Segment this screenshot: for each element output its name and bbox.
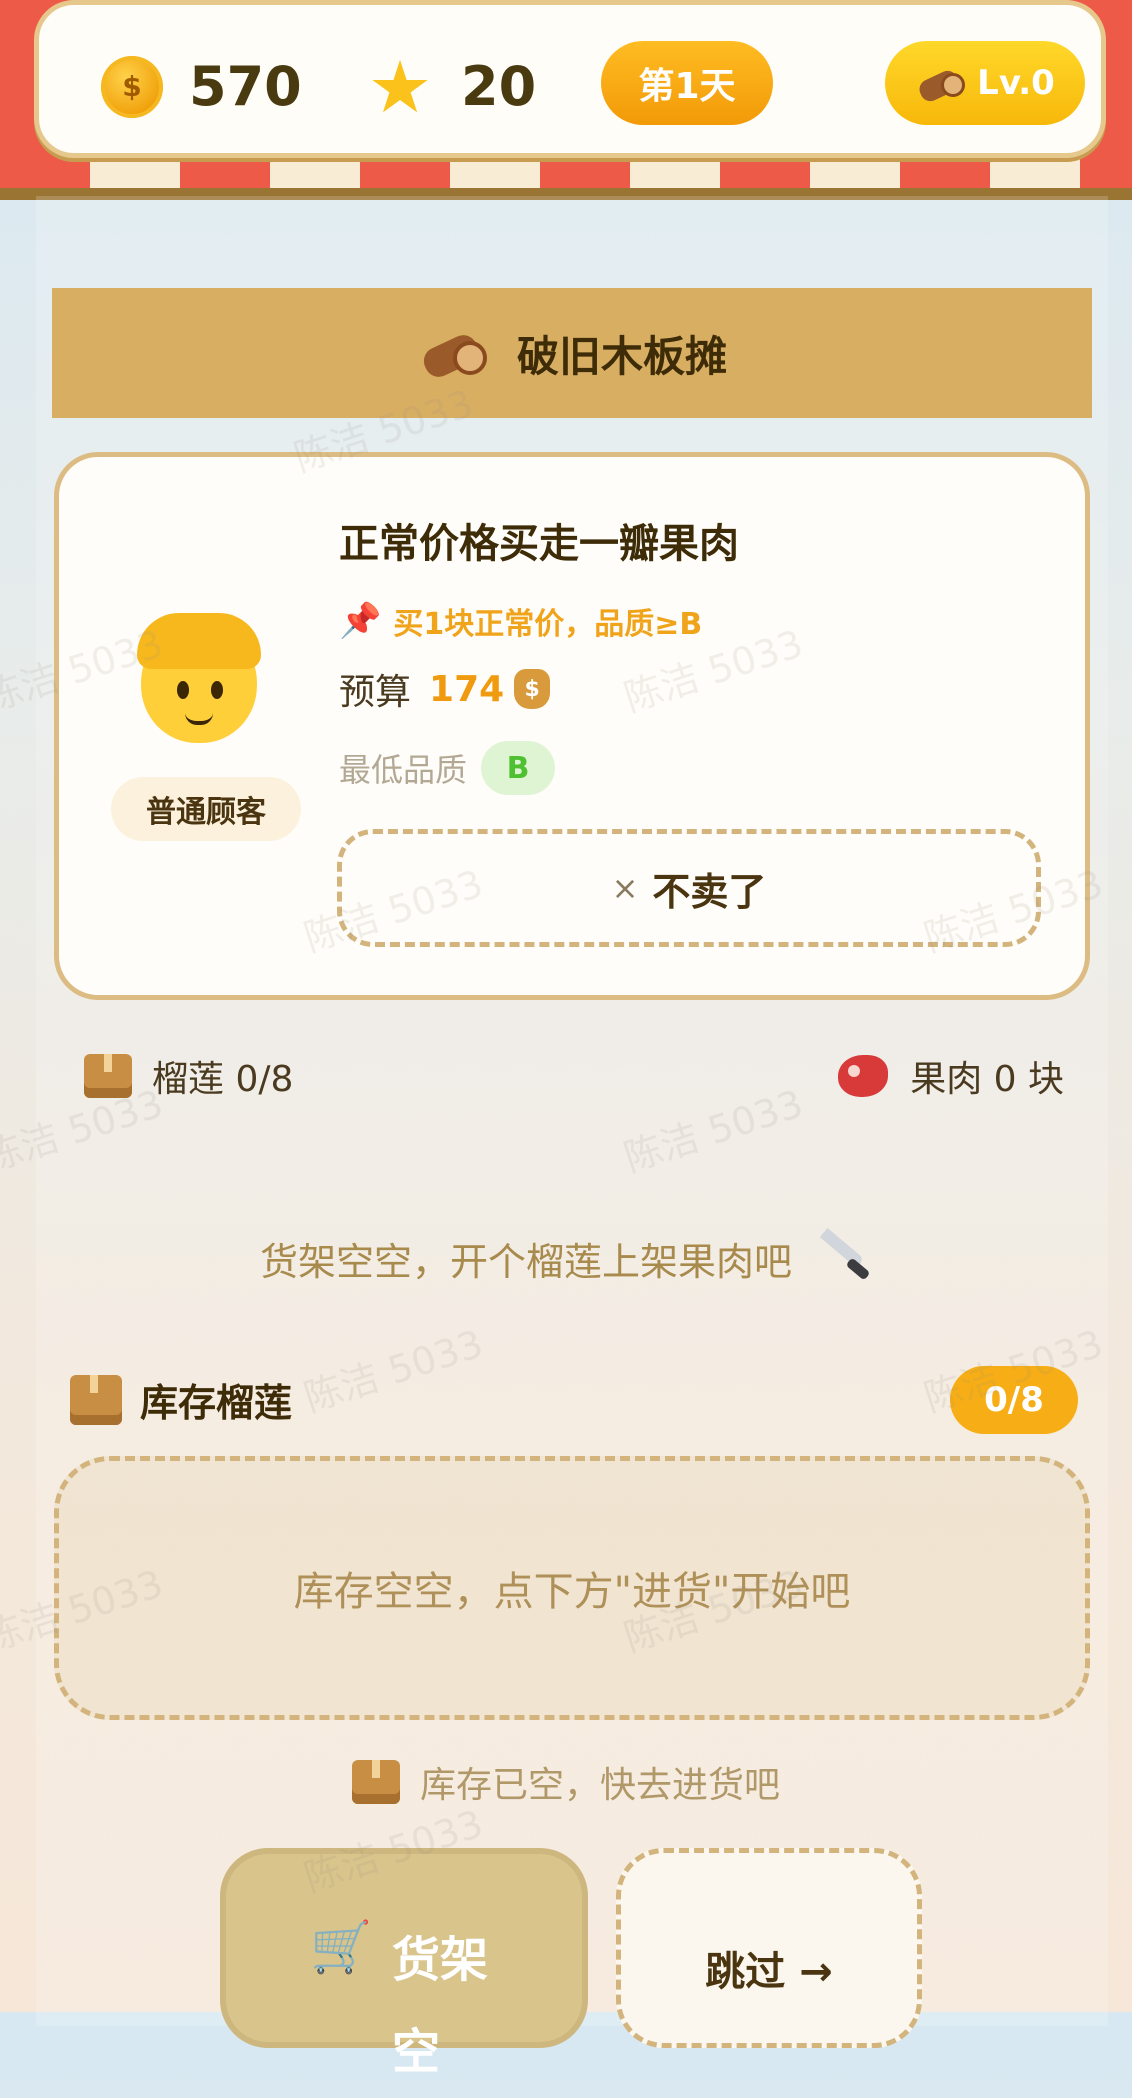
shelf-empty-text: 货架空空，开个榴莲上架果肉吧 <box>259 1239 792 1284</box>
stats-bar: $ 570 ★ 20 第1天 Lv.0 <box>34 0 1106 158</box>
request-title: 正常价格买走一瓣果肉 <box>339 521 739 567</box>
decline-label: 不卖了 <box>652 869 767 914</box>
customer-type-badge: 普通顾客 <box>111 777 301 841</box>
min-quality-row: 最低品质 B <box>339 741 556 795</box>
min-quality-label: 最低品质 <box>339 751 468 789</box>
request-note-text: 买1块正常价，品质≥B <box>393 607 703 642</box>
budget-label: 预算 <box>339 672 412 713</box>
budget-row: 预算 174 $ <box>339 663 551 715</box>
coin-icon: $ <box>101 55 163 118</box>
knife-icon <box>812 1227 872 1288</box>
inventory-title: 库存榴莲 <box>140 1381 293 1425</box>
close-icon: × <box>611 869 639 907</box>
coin-count: 570 <box>189 55 302 118</box>
pushpin-icon: 📌 <box>339 601 382 641</box>
durian-count-label: 榴莲 0/8 <box>152 1059 294 1100</box>
flesh-count: 果肉 0 块 <box>838 1050 1064 1102</box>
star-count: 20 <box>461 55 537 118</box>
budget-value: 174 <box>429 668 505 710</box>
star-icon: ★ <box>367 44 433 129</box>
level-button[interactable]: Lv.0 <box>885 41 1085 125</box>
shelf-button-label: 货架空 <box>392 1932 489 2080</box>
inventory-header: 库存榴莲 <box>70 1372 292 1427</box>
shelf-empty-message: 货架空空，开个榴莲上架果肉吧 <box>0 1227 1132 1288</box>
wood-log-icon <box>417 323 487 383</box>
box-icon <box>70 1374 122 1425</box>
shelf-button[interactable]: 🛒 货架空 <box>220 1848 588 2080</box>
request-note: 📌 买1块正常价，品质≥B <box>339 599 702 643</box>
flesh-count-label: 果肉 0 块 <box>910 1059 1064 1100</box>
stall-title: 破旧木板摊 <box>516 331 727 381</box>
day-button[interactable]: 第1天 <box>601 41 773 125</box>
quality-grade-badge: B <box>481 741 556 795</box>
meat-icon <box>838 1055 889 1097</box>
cart-icon: 🛒 <box>310 1918 373 1976</box>
stock-empty-hint: 库存已空，快去进货吧 <box>0 1756 1132 1808</box>
inventory-area: 库存空空，点下方"进货"开始吧 <box>54 1456 1090 1720</box>
wood-log-icon <box>915 61 966 105</box>
box-icon <box>351 1760 400 1804</box>
star-stat: ★ 20 <box>365 44 537 129</box>
coin-stat: $ 570 <box>101 55 302 118</box>
skip-button[interactable]: 跳过 → <box>616 1848 922 2048</box>
money-bag-icon: $ <box>514 669 551 709</box>
stall-banner: 破旧木板摊 <box>52 288 1092 418</box>
level-label: Lv.0 <box>977 63 1055 103</box>
